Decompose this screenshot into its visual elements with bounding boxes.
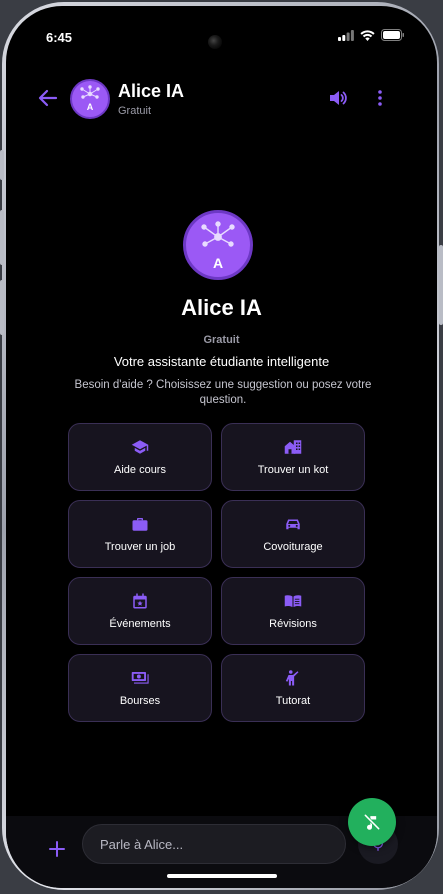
avatar-letter: A xyxy=(212,255,224,271)
plan-label: Gratuit xyxy=(203,334,240,346)
front-camera xyxy=(208,35,222,49)
suggestion-label: Révisions xyxy=(269,618,317,630)
hero-title: Alice IA xyxy=(181,295,262,320)
avatar-letter: A xyxy=(86,102,94,112)
book-icon xyxy=(284,595,302,607)
music-off-icon xyxy=(364,814,380,830)
graduation-cap-icon xyxy=(131,440,149,454)
suggestion-revisions[interactable]: Révisions xyxy=(221,577,365,645)
side-button xyxy=(439,245,443,325)
suggestion-trouver-job[interactable]: Trouver un job xyxy=(68,500,212,568)
side-button xyxy=(0,210,4,265)
teacher-icon xyxy=(285,670,299,686)
status-time: 6:45 xyxy=(46,30,73,45)
suggestion-label: Événements xyxy=(109,618,171,630)
chat-subtitle: Gratuit xyxy=(118,105,152,117)
home-indicator xyxy=(167,874,277,878)
signal-icon xyxy=(338,29,354,41)
screen: 6:45 A Alice IA Gratuit A Alice IA Gratu… xyxy=(6,6,437,888)
building-icon xyxy=(284,440,302,454)
suggestion-label: Tutorat xyxy=(275,695,311,707)
suggestion-evenements[interactable]: Événements xyxy=(68,577,212,645)
suggestion-label: Aide cours xyxy=(114,464,166,476)
money-icon xyxy=(131,672,149,684)
hero-tagline: Votre assistante étudiante intelligente xyxy=(113,354,330,369)
suggestion-label: Bourses xyxy=(119,695,161,707)
message-input[interactable] xyxy=(82,824,346,864)
suggestion-aide-cours[interactable]: Aide cours xyxy=(68,423,212,491)
side-button xyxy=(0,150,4,180)
status-icons xyxy=(338,29,405,41)
status-bar: 6:45 xyxy=(6,6,437,66)
more-menu-icon[interactable] xyxy=(372,88,388,108)
briefcase-icon xyxy=(132,518,148,531)
back-arrow-icon[interactable] xyxy=(36,86,60,110)
car-icon xyxy=(286,519,300,530)
side-button xyxy=(0,280,4,335)
muted-audio-button[interactable] xyxy=(348,798,396,846)
speaker-icon[interactable] xyxy=(328,88,348,108)
help-text: Besoin d'aide ? Choisissez une suggestio… xyxy=(74,379,372,406)
plus-icon[interactable] xyxy=(48,840,66,858)
wifi-icon xyxy=(360,29,375,41)
suggestion-trouver-kot[interactable]: Trouver un kot xyxy=(221,423,365,491)
suggestion-bourses[interactable]: Bourses xyxy=(68,654,212,722)
chat-header: A Alice IA Gratuit xyxy=(6,72,437,128)
calendar-icon xyxy=(133,593,147,609)
suggestion-covoiturage[interactable]: Covoiturage xyxy=(221,500,365,568)
suggestion-tutorat[interactable]: Tutorat xyxy=(221,654,365,722)
header-avatar: A xyxy=(70,79,110,119)
chat-title: Alice IA xyxy=(118,81,185,101)
hero-avatar: A xyxy=(183,210,253,280)
suggestion-grid: Aide cours Trouver un kot Trouver un job xyxy=(68,423,366,722)
battery-icon xyxy=(381,29,404,41)
suggestion-label: Trouver un job xyxy=(104,541,176,553)
suggestion-label: Covoiturage xyxy=(263,541,323,553)
suggestion-label: Trouver un kot xyxy=(257,464,329,476)
